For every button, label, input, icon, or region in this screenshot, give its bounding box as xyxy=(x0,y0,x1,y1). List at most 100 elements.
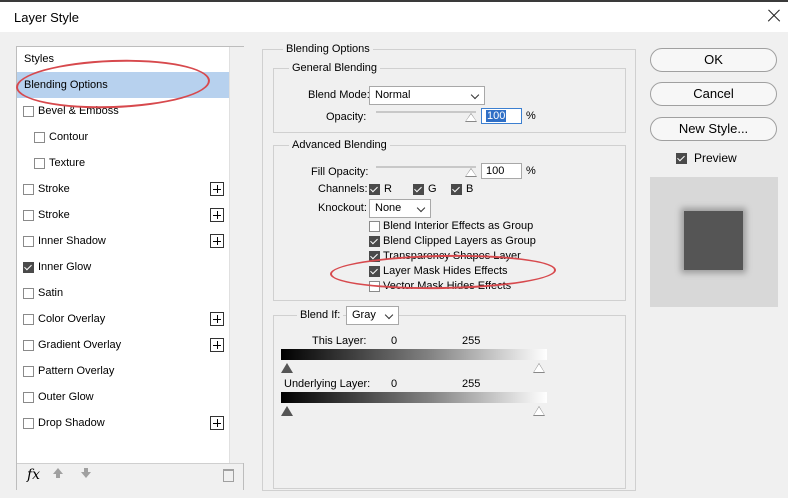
style-item-label: Gradient Overlay xyxy=(38,339,122,351)
blend-if-label: Blend If: xyxy=(297,309,344,321)
underlying-layer-label: Underlying Layer: xyxy=(284,378,371,390)
style-checkbox[interactable] xyxy=(23,418,34,429)
blend-mode-value: Normal xyxy=(375,89,411,101)
channel-r-checkbox[interactable] xyxy=(369,184,380,195)
style-checkbox[interactable] xyxy=(23,236,34,247)
channel-b-checkbox[interactable] xyxy=(451,184,462,195)
styles-scrollbar[interactable] xyxy=(229,47,244,463)
blend-mode-label: Blend Mode: xyxy=(308,89,370,101)
underlying-layer-white-handle[interactable] xyxy=(533,406,545,416)
style-item-inner-glow[interactable]: Inner Glow xyxy=(17,254,229,280)
add-effect-icon[interactable] xyxy=(210,338,224,352)
fill-opacity-input[interactable]: 100 xyxy=(481,163,522,179)
cancel-button[interactable]: Cancel xyxy=(650,82,777,106)
fill-opacity-label: Fill Opacity: xyxy=(311,166,369,178)
channel-g-checkbox[interactable] xyxy=(413,184,424,195)
style-item-label: Stroke xyxy=(38,209,70,221)
fill-opacity-slider-handle[interactable] xyxy=(465,168,477,177)
blend-mode-select[interactable]: Normal xyxy=(369,86,485,105)
knockout-select[interactable]: None xyxy=(369,199,431,218)
option-checkbox-blend-clipped-layers-as-group[interactable] xyxy=(369,236,380,247)
style-item-gradient-overlay[interactable]: Gradient Overlay xyxy=(17,332,229,358)
move-up-icon-stem xyxy=(56,474,60,478)
this-layer-white-handle[interactable] xyxy=(533,363,545,373)
style-item-label: Drop Shadow xyxy=(38,417,105,429)
this-layer-gradient xyxy=(281,349,547,360)
style-item-label: Texture xyxy=(49,157,86,169)
style-checkbox[interactable] xyxy=(23,106,34,117)
fx-icon[interactable]: fx xyxy=(27,467,40,483)
add-effect-icon[interactable] xyxy=(210,182,224,196)
general-blending-title: General Blending xyxy=(289,62,381,74)
style-checkbox[interactable] xyxy=(23,262,34,273)
trash-icon[interactable] xyxy=(223,469,234,482)
style-item-satin[interactable]: Satin xyxy=(17,280,229,306)
preview-square xyxy=(684,211,743,270)
title-bar xyxy=(0,2,788,32)
style-item-label: Satin xyxy=(38,287,64,299)
style-checkbox[interactable] xyxy=(23,288,34,299)
opacity-value: 100 xyxy=(486,110,507,122)
move-down-icon[interactable] xyxy=(81,472,91,478)
new-style-button[interactable]: New Style... xyxy=(650,117,777,141)
channel-r-label: R xyxy=(384,183,392,195)
styles-header: Styles xyxy=(24,53,54,65)
add-effect-icon[interactable] xyxy=(210,208,224,222)
opacity-input[interactable]: 100 xyxy=(481,108,522,124)
style-item-drop-shadow[interactable]: Drop Shadow xyxy=(17,410,229,436)
style-item-stroke[interactable]: Stroke xyxy=(17,202,229,228)
style-item-pattern-overlay[interactable]: Pattern Overlay xyxy=(17,358,229,384)
style-item-label: Inner Shadow xyxy=(38,235,106,247)
underlying-layer-black-handle[interactable] xyxy=(281,406,293,416)
opacity-slider-handle[interactable] xyxy=(465,113,477,122)
move-down-icon-stem xyxy=(84,468,88,472)
fill-opacity-percent: % xyxy=(526,165,536,177)
channel-b-label: B xyxy=(466,183,474,195)
style-item-stroke[interactable]: Stroke xyxy=(17,176,229,202)
styles-toolbar xyxy=(17,463,243,490)
add-effect-icon[interactable] xyxy=(210,234,224,248)
style-item-label: Stroke xyxy=(38,183,70,195)
this-layer-black-handle[interactable] xyxy=(281,363,293,373)
window-title: Layer Style xyxy=(14,10,80,25)
style-checkbox[interactable] xyxy=(34,158,45,169)
style-checkbox[interactable] xyxy=(23,392,34,403)
style-checkbox[interactable] xyxy=(23,184,34,195)
fill-opacity-slider-track[interactable] xyxy=(376,166,476,168)
style-item-texture[interactable]: Texture xyxy=(17,150,229,176)
opacity-slider-track[interactable] xyxy=(376,111,476,113)
style-item-label: Pattern Overlay xyxy=(38,365,115,377)
add-effect-icon[interactable] xyxy=(210,416,224,430)
style-checkbox[interactable] xyxy=(23,314,34,325)
style-checkbox[interactable] xyxy=(23,340,34,351)
option-checkbox-blend-interior-effects-as-group[interactable] xyxy=(369,221,380,232)
style-checkbox[interactable] xyxy=(34,132,45,143)
knockout-label: Knockout: xyxy=(318,202,367,214)
style-checkbox[interactable] xyxy=(23,366,34,377)
ok-button[interactable]: OK xyxy=(650,48,777,72)
opacity-label: Opacity: xyxy=(326,111,367,123)
underlying-layer-low: 0 xyxy=(391,378,398,390)
blend-if-value: Gray xyxy=(352,309,376,321)
channels-label: Channels: xyxy=(318,183,368,195)
blend-if-select[interactable]: Gray xyxy=(346,306,399,325)
underlying-layer-high: 255 xyxy=(462,378,481,390)
option-label-blend-interior-effects-as-group: Blend Interior Effects as Group xyxy=(383,220,534,232)
add-effect-icon[interactable] xyxy=(210,312,224,326)
style-item-inner-shadow[interactable]: Inner Shadow xyxy=(17,228,229,254)
advanced-blending-title: Advanced Blending xyxy=(289,139,390,151)
style-item-outer-glow[interactable]: Outer Glow xyxy=(17,384,229,410)
style-item-color-overlay[interactable]: Color Overlay xyxy=(17,306,229,332)
fill-opacity-value: 100 xyxy=(486,165,505,177)
close-icon[interactable] xyxy=(764,6,784,26)
this-layer-low: 0 xyxy=(391,335,398,347)
style-item-contour[interactable]: Contour xyxy=(17,124,229,150)
preview-checkbox[interactable] xyxy=(676,153,687,164)
blending-options-title: Blending Options xyxy=(283,43,373,55)
style-item-label: Inner Glow xyxy=(38,261,92,273)
style-checkbox[interactable] xyxy=(23,210,34,221)
this-layer-label: This Layer: xyxy=(312,335,367,347)
opacity-percent: % xyxy=(526,110,536,122)
chevron-down-icon xyxy=(470,90,480,100)
knockout-value: None xyxy=(375,202,402,214)
